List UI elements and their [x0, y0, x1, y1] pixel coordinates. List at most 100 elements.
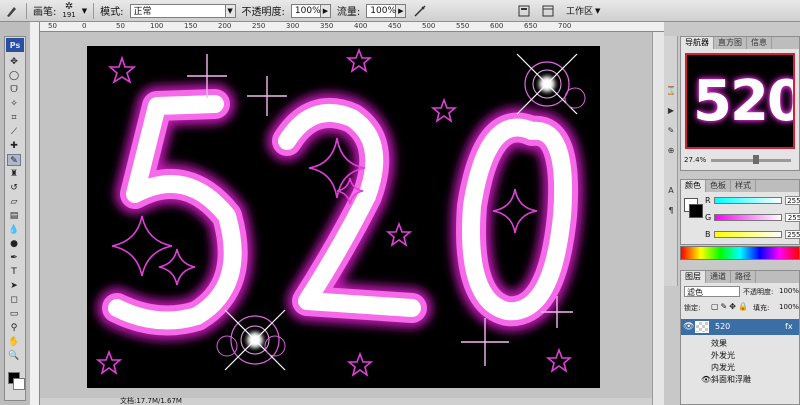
tab-navigator[interactable]: 导航器 [681, 37, 714, 49]
eye-icon[interactable]: 👁 [683, 322, 694, 332]
eraser-tool-icon[interactable]: ▱ [7, 196, 21, 208]
separator [26, 2, 27, 19]
layer-opacity-value[interactable]: 100% [779, 287, 799, 295]
blue-label: B [705, 230, 711, 239]
brush-dropdown-icon[interactable]: ▼ [82, 7, 87, 15]
tab-styles[interactable]: 样式 [731, 180, 756, 192]
photoshop-logo[interactable]: Ps [6, 38, 24, 52]
ruler-label: 300 [286, 22, 300, 30]
lock-label: 锁定: [684, 304, 701, 312]
shape-tool-icon[interactable]: ◻ [7, 294, 21, 306]
zoom-slider-handle[interactable] [753, 155, 759, 164]
collapsed-panel-strip: ⌛ ▶ ✎ ⊕ A ¶ [664, 36, 678, 286]
vertical-scrollbar[interactable] [652, 32, 664, 405]
clone-source-panel-icon[interactable]: ⊕ [666, 146, 676, 156]
fx-icon[interactable]: fx [785, 322, 793, 331]
blue-slider[interactable]: B 255 [705, 230, 800, 239]
blend-mode-value: 滤色 [687, 288, 703, 297]
effect-row[interactable]: 效果 [681, 339, 799, 349]
red-gradient[interactable] [713, 197, 782, 204]
eyedropper-tool-icon[interactable]: ⚲ [7, 322, 21, 334]
airbrush-icon[interactable] [412, 3, 428, 19]
tab-color[interactable]: 颜色 [681, 180, 706, 192]
tab-paths[interactable]: 路径 [731, 271, 756, 283]
tab-layers[interactable]: 图层 [681, 271, 706, 283]
marquee-tool-icon[interactable]: ◯ [7, 70, 21, 82]
pen-tool-icon[interactable]: ✒ [7, 252, 21, 264]
panel-icon[interactable] [540, 3, 556, 19]
blue-gradient[interactable] [713, 231, 782, 238]
color-ramp[interactable] [680, 246, 800, 260]
layer-name[interactable]: 520 [715, 322, 730, 331]
lock-icons[interactable]: ▢✎✥🔒 [711, 302, 750, 311]
gradient-tool-icon[interactable]: ▤ [7, 210, 21, 222]
green-gradient[interactable] [714, 214, 783, 221]
brush-tool-icon[interactable]: ✎ [7, 154, 21, 166]
brush-picker[interactable]: ✲ 191 [62, 0, 75, 19]
fill-value[interactable]: 100% [779, 303, 799, 311]
tab-info[interactable]: 信息 [747, 37, 772, 49]
green-label: G [705, 213, 712, 222]
green-slider[interactable]: G 255 [705, 213, 800, 222]
background-color-swatch[interactable] [13, 378, 25, 390]
brush-tool-preset-icon[interactable] [4, 3, 20, 19]
layer-row-520[interactable]: 👁 520 fx [681, 319, 799, 335]
healing-brush-tool-icon[interactable]: ✚ [7, 140, 21, 152]
brush-shape-icon: ✲ [64, 0, 74, 12]
ruler-label: 100 [150, 22, 164, 30]
brushes-panel-icon[interactable]: ✎ [666, 126, 676, 136]
effect-row[interactable]: 内发光 [681, 363, 799, 373]
blue-value[interactable]: 255 [784, 230, 800, 239]
workspace-menu[interactable]: 工作区 ▼ [566, 4, 600, 18]
paragraph-panel-icon[interactable]: ¶ [666, 206, 676, 216]
options-bar: 画笔: ✲ 191 ▼ 模式: 正常 ▼ 不透明度: 100% ▶ 流量: 10… [0, 0, 800, 22]
status-bar: 文档:17.7M/1.67M [40, 398, 652, 405]
vertical-ruler [30, 22, 40, 405]
lasso-tool-icon[interactable]: ᗜ [7, 84, 21, 96]
opacity-label: 不透明度: [241, 7, 285, 18]
flow-field[interactable]: 100% ▶ [366, 3, 407, 18]
opacity-field[interactable]: 100% ▶ [290, 3, 331, 18]
toggle-brush-palette-icon[interactable] [516, 3, 532, 19]
outer-glow-label: 外发光 [711, 351, 735, 360]
slice-tool-icon[interactable]: ⟋ [7, 126, 21, 138]
type-tool-icon[interactable]: T [7, 266, 21, 278]
mode-select[interactable]: 正常 ▼ [129, 3, 236, 18]
history-panel-icon[interactable]: ⌛ [666, 86, 676, 96]
crop-tool-icon[interactable]: ⌗ [7, 112, 21, 124]
history-brush-tool-icon[interactable]: ↺ [7, 182, 21, 194]
blend-mode-select[interactable]: 滤色 [684, 286, 740, 297]
red-value[interactable]: 255 [784, 196, 800, 205]
blur-tool-icon[interactable]: 💧 [7, 224, 21, 236]
character-panel-icon[interactable]: A [666, 186, 676, 196]
hand-tool-icon[interactable]: ✋ [7, 336, 21, 348]
zoom-tool-icon[interactable]: 🔍 [7, 350, 21, 362]
ruler-label: 400 [354, 22, 368, 30]
red-slider[interactable]: R 255 [705, 196, 800, 205]
ruler-label: 200 [218, 22, 232, 30]
navigator-zoom[interactable]: 27.4% [684, 156, 706, 164]
tab-channels[interactable]: 通道 [706, 271, 731, 283]
actions-panel-icon[interactable]: ▶ [666, 106, 676, 116]
move-tool-icon[interactable]: ✥ [7, 56, 21, 68]
ruler-label: 50 [116, 22, 125, 30]
eye-icon[interactable]: 👁 [701, 375, 711, 384]
tab-swatches[interactable]: 色板 [706, 180, 731, 192]
dodge-tool-icon[interactable]: ● [7, 238, 21, 250]
green-value[interactable]: 255 [785, 213, 800, 222]
ruler-label: 150 [184, 22, 198, 30]
ruler-label: 50 [48, 22, 57, 30]
notes-tool-icon[interactable]: ▭ [7, 308, 21, 320]
stamp-tool-icon[interactable]: ♜ [7, 168, 21, 180]
color-background-swatch[interactable] [689, 204, 703, 218]
path-selection-tool-icon[interactable]: ➤ [7, 280, 21, 292]
navigator-preview[interactable]: 520 [685, 53, 795, 149]
zoom-slider[interactable] [711, 159, 791, 162]
bevel-emboss-label: 斜面和浮雕 [711, 375, 751, 384]
chevron-right-icon: ▶ [396, 3, 407, 18]
tab-histogram[interactable]: 直方图 [714, 37, 747, 49]
effect-row[interactable]: 外发光 [681, 351, 799, 361]
effect-row[interactable]: 斜面和浮雕 [681, 375, 799, 385]
image-canvas[interactable] [87, 46, 600, 388]
magic-wand-tool-icon[interactable]: ✧ [7, 98, 21, 110]
